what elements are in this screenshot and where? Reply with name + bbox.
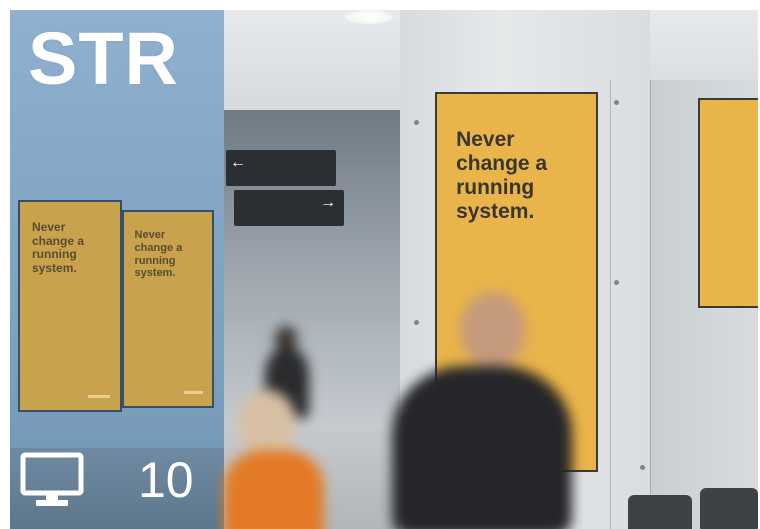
screen-count-value: 10	[138, 452, 194, 508]
screen-count: 10	[20, 448, 194, 512]
poster-tagline: Never change a running system.	[32, 219, 85, 276]
seat	[628, 495, 692, 529]
arrow-right-icon: →	[320, 194, 336, 211]
bolt	[640, 465, 645, 470]
bolt	[614, 100, 619, 105]
poster-right-partial	[698, 98, 758, 308]
poster-left-2: Never change a running system.	[122, 210, 214, 408]
poster-left-1: Never change a running system.	[18, 200, 122, 412]
poster-tagline: Never change a running system.	[456, 127, 548, 224]
brand-label: STR	[28, 17, 179, 100]
ceiling-light	[345, 10, 393, 24]
direction-sign: ←	[226, 150, 336, 186]
panel-seam	[650, 80, 651, 529]
bolt	[414, 320, 419, 325]
arrow-left-icon: ←	[230, 154, 246, 171]
seat	[700, 488, 758, 529]
poster-footer	[183, 391, 204, 395]
bolt	[614, 280, 619, 285]
panel-seam	[610, 80, 611, 529]
poster-footer	[88, 394, 110, 398]
direction-sign: →	[234, 190, 344, 226]
monitor-icon	[20, 452, 84, 506]
poster-tagline: Never change a running system.	[134, 229, 183, 280]
bolt	[414, 120, 419, 125]
